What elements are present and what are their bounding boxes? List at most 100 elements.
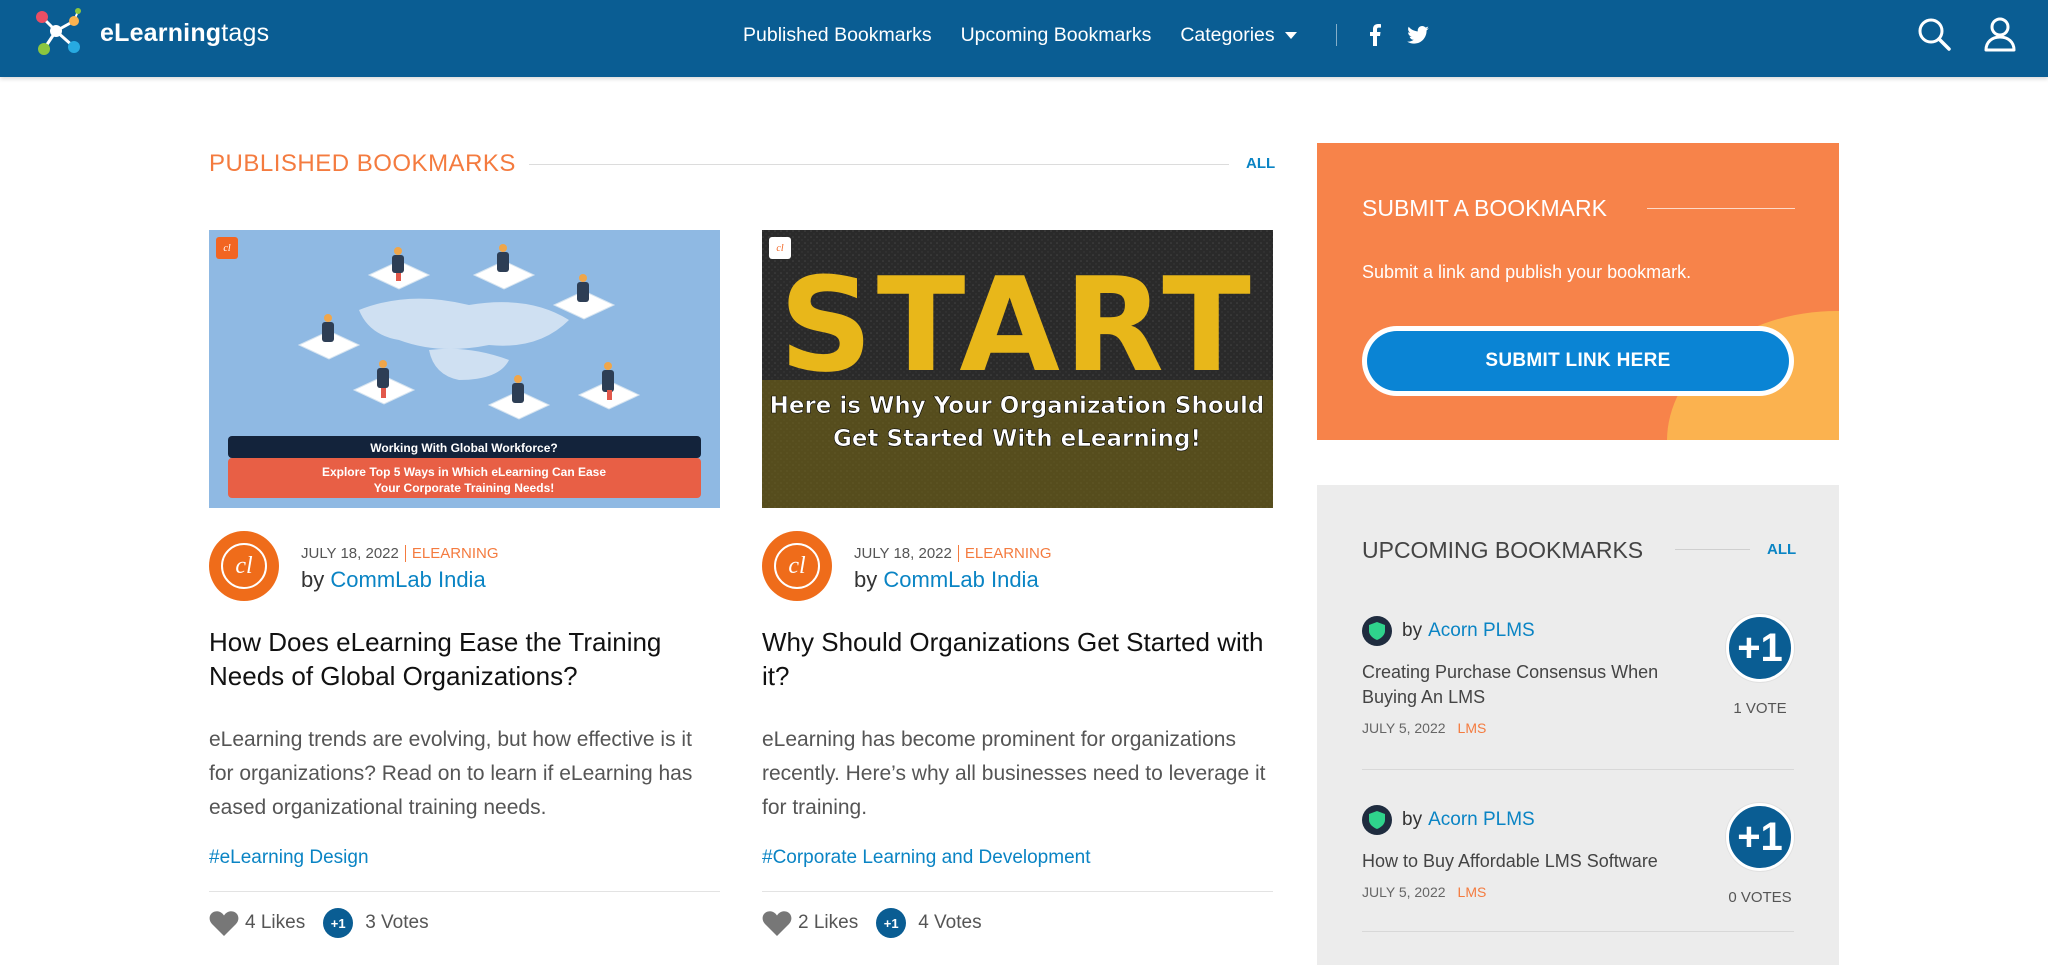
submit-link-label: SUBMIT LINK HERE: [1367, 331, 1789, 391]
bookmark-category[interactable]: ELEARNING: [957, 545, 1052, 562]
user-icon[interactable]: [1982, 16, 2018, 52]
bookmark-stats: 2 Likes +1 4 Votes: [762, 908, 1273, 938]
logo-network-icon: [36, 8, 81, 55]
likes-count: 2 Likes: [798, 912, 859, 933]
upcoming-divider: [1362, 769, 1794, 770]
thumb-caption-line1: Explore Top 5 Ways in Which eLearning Ca…: [322, 465, 606, 479]
nav-categories-label: Categories: [1180, 23, 1275, 46]
bookmark-date-category: JULY 18, 2022 ELEARNING: [854, 545, 1052, 562]
votes-count: 4 Votes: [918, 912, 982, 933]
shield-icon: [1362, 805, 1392, 835]
by-label: by: [1402, 620, 1423, 641]
author-link[interactable]: Acorn PLMS: [1428, 620, 1535, 642]
commlab-logo-icon: cl: [221, 543, 267, 589]
by-label: by: [1402, 809, 1423, 830]
bookmark-description: eLearning trends are evolving, but how e…: [209, 728, 693, 819]
facebook-icon[interactable]: [1369, 24, 1381, 46]
bookmark-meta: cl JULY 18, 2022 ELEARNING by CommLab Ind…: [762, 531, 1273, 601]
nav-upcoming-bookmarks[interactable]: Upcoming Bookmarks: [961, 24, 1152, 47]
upcoming-item-title[interactable]: Creating Purchase Consensus When Buying …: [1362, 660, 1682, 710]
nav-separator: [1335, 24, 1337, 46]
site-logo[interactable]: eLearningtags: [32, 7, 269, 59]
heart-icon[interactable]: [209, 910, 239, 936]
twitter-icon[interactable]: [1406, 26, 1429, 44]
search-icon[interactable]: [1916, 16, 1952, 52]
upcoming-divider: [1362, 931, 1794, 932]
commlab-logo-icon: cl: [774, 543, 820, 589]
bookmark-tag[interactable]: #Corporate Learning and Development: [762, 847, 1273, 869]
bookmark-date-category: JULY 18, 2022 ELEARNING: [301, 545, 499, 562]
bookmark-meta: cl JULY 18, 2022 ELEARNING by CommLab Ind…: [209, 531, 720, 601]
thumb-caption-line2: Your Corporate Training Needs!: [374, 481, 554, 495]
plus-one-vote-button[interactable]: +1: [1726, 803, 1794, 871]
section-divider: [529, 164, 1229, 165]
votes-count: 3 Votes: [365, 912, 429, 933]
upcoming-vote: +1 1 VOTE: [1726, 614, 1794, 717]
by-label: by: [854, 567, 878, 592]
upcoming-vote-count: 0 VOTES: [1728, 889, 1792, 906]
logo-text: eLearningtags: [100, 18, 270, 47]
author-link[interactable]: CommLab India: [330, 567, 485, 592]
upcoming-date-category: JULY 5, 2022 LMS: [1362, 720, 1794, 736]
thumb-caption-line1: Here is Why Your Organization Should: [770, 393, 1265, 419]
nav-published-bookmarks[interactable]: Published Bookmarks: [743, 24, 932, 47]
heart-icon[interactable]: [762, 910, 792, 936]
upcoming-item: by Acorn PLMS How to Buy Affordable LMS …: [1362, 803, 1794, 906]
upcoming-divider: [1675, 549, 1750, 550]
card-divider: [762, 891, 1273, 892]
global-workforce-illustration: Working With Global Workforce? Explore T…: [209, 230, 720, 508]
commlab-badge-icon: cl: [769, 237, 791, 259]
commlab-badge-icon: cl: [216, 237, 238, 259]
thumb-caption-line2: Get Started With eLearning!: [833, 426, 1201, 452]
bookmark-title[interactable]: Why Should Organizations Get Started wit…: [762, 625, 1273, 693]
likes-count: 4 Likes: [245, 912, 306, 933]
author-link[interactable]: Acorn PLMS: [1428, 809, 1535, 831]
upcoming-all-link[interactable]: ALL: [1767, 541, 1796, 558]
card-divider: [209, 891, 720, 892]
bookmark-date: JULY 18, 2022: [854, 545, 952, 562]
thumb-start-word: START: [779, 249, 1255, 401]
bookmark-tag[interactable]: #eLearning Design: [209, 847, 720, 869]
bookmark-card: Working With Global Workforce? Explore T…: [209, 230, 720, 938]
thumb-caption-top: Working With Global Workforce?: [370, 441, 557, 455]
start-road-illustration: START Here is Why Your Organization Shou…: [762, 230, 1273, 508]
submit-bookmark-panel: SUBMIT A BOOKMARK Submit a link and publ…: [1317, 143, 1839, 440]
caret-down-icon: [1284, 31, 1297, 39]
plus-one-icon[interactable]: +1: [876, 908, 907, 938]
author-link[interactable]: CommLab India: [883, 567, 1038, 592]
shield-icon: [1362, 616, 1392, 646]
published-all-link[interactable]: ALL: [1246, 155, 1275, 172]
bookmark-author-line: by CommLab India: [854, 567, 1039, 593]
upcoming-bookmarks-panel: UPCOMING BOOKMARKS ALL by Acorn PLMS Cre…: [1317, 485, 1839, 965]
plus-one-label: +1: [1737, 625, 1783, 670]
plus-one-icon[interactable]: +1: [323, 908, 354, 938]
upcoming-vote: +1 0 VOTES: [1726, 803, 1794, 906]
main-nav: Published Bookmarks Upcoming Bookmarks C…: [743, 0, 1455, 70]
bookmark-thumbnail[interactable]: START Here is Why Your Organization Shou…: [762, 230, 1273, 508]
submit-bookmark-heading: SUBMIT A BOOKMARK: [1362, 195, 1607, 221]
bookmark-description: eLearning has become prominent for organ…: [762, 728, 1266, 819]
bookmark-date: JULY 18, 2022: [301, 545, 399, 562]
author-avatar[interactable]: cl: [209, 531, 279, 601]
bookmark-title[interactable]: How Does eLearning Ease the Training Nee…: [209, 625, 720, 693]
plus-one-vote-button[interactable]: +1: [1726, 614, 1794, 682]
upcoming-date: JULY 5, 2022: [1362, 884, 1446, 900]
nav-categories-dropdown[interactable]: Categories: [1180, 23, 1297, 47]
upcoming-bookmarks-heading: UPCOMING BOOKMARKS: [1362, 537, 1644, 563]
bookmark-thumbnail[interactable]: Working With Global Workforce? Explore T…: [209, 230, 720, 508]
upcoming-category[interactable]: LMS: [1458, 720, 1487, 736]
upcoming-category[interactable]: LMS: [1458, 884, 1487, 900]
by-label: by: [301, 567, 325, 592]
bookmark-category[interactable]: ELEARNING: [404, 545, 499, 562]
upcoming-date: JULY 5, 2022: [1362, 720, 1446, 736]
submit-divider: [1647, 208, 1795, 209]
plus-one-label: +1: [1737, 814, 1783, 859]
author-avatar[interactable]: cl: [762, 531, 832, 601]
published-bookmarks-heading: PUBLISHED BOOKMARKS: [209, 150, 516, 177]
header-icons: [1886, 16, 2018, 52]
submit-link-button[interactable]: SUBMIT LINK HERE: [1362, 326, 1794, 396]
upcoming-item-title[interactable]: How to Buy Affordable LMS Software: [1362, 849, 1682, 874]
upcoming-vote-count: 1 VOTE: [1733, 700, 1787, 717]
bookmark-card: START Here is Why Your Organization Shou…: [762, 230, 1273, 938]
submit-bookmark-subtitle: Submit a link and publish your bookmark.: [1362, 262, 1692, 282]
